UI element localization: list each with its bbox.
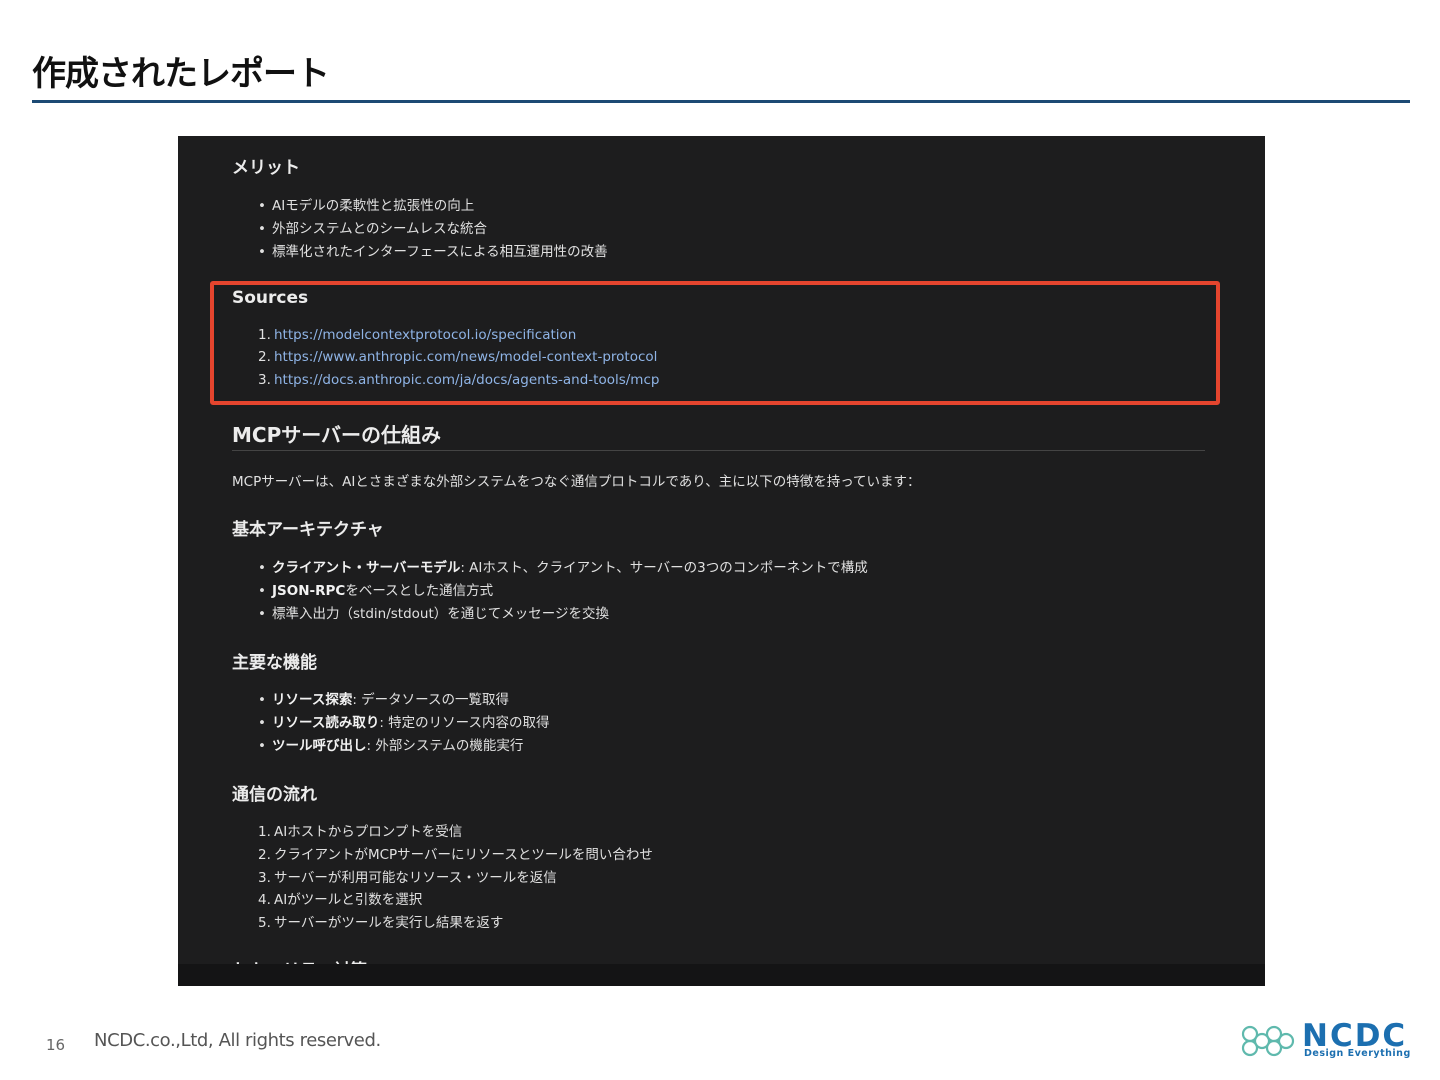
features-heading: 主要な機能	[232, 653, 317, 673]
ncdc-logo-mark-icon	[1241, 1025, 1295, 1057]
report-screenshot: メリット • AIモデルの柔軟性と拡張性の向上 • 外部システムとのシームレスな統合…	[178, 136, 1265, 986]
mechanism-heading: MCPサーバーの仕組み	[232, 423, 442, 447]
flow-step: 2. クライアントがMCPサーバーにリソースとツールを問い合わせ	[258, 847, 653, 863]
flow-step: 5. サーバーがツールを実行し結果を返す	[258, 915, 504, 931]
screenshot-bottom-bar	[178, 964, 1265, 986]
logo-tagline: Design Everything	[1304, 1048, 1411, 1059]
flow-heading: 通信の流れ	[232, 785, 317, 805]
list-item: • 標準入出力（stdin/stdout）を通じてメッセージを交換	[258, 606, 609, 622]
heading-divider	[232, 450, 1205, 451]
slide-title: 作成されたレポート	[32, 54, 330, 94]
list-item: • ツール呼び出し: 外部システムの機能実行	[258, 738, 524, 754]
list-item: • JSON-RPCをベースとした通信方式	[258, 583, 494, 599]
mechanism-intro: MCPサーバーは、AIとさまざまな外部システムをつなぐ通信プロトコルであり、主に…	[232, 474, 921, 490]
title-divider	[32, 100, 1410, 103]
architecture-heading: 基本アーキテクチャ	[232, 520, 384, 540]
ncdc-logo: NCDC Design Everything	[1238, 1018, 1414, 1062]
flow-step: 4. AIがツールと引数を選択	[258, 892, 423, 908]
sources-highlight-box	[210, 281, 1220, 405]
copyright-text: NCDC.co.,Ltd, All rights reserved.	[94, 1030, 381, 1051]
list-item: • 標準化されたインターフェースによる相互運用性の改善	[258, 244, 608, 260]
list-item: • リソース探索: データソースの一覧取得	[258, 692, 509, 708]
page-number: 16	[46, 1036, 66, 1054]
list-item: • AIモデルの柔軟性と拡張性の向上	[258, 198, 475, 214]
flow-step: 3. サーバーが利用可能なリソース・ツールを返信	[258, 870, 557, 886]
list-item: • 外部システムとのシームレスな統合	[258, 221, 488, 237]
flow-step: 1. AIホストからプロンプトを受信	[258, 824, 463, 840]
list-item: • リソース読み取り: 特定のリソース内容の取得	[258, 715, 550, 731]
list-item: • クライアント・サーバーモデル: AIホスト、クライアント、サーバーの3つのコン…	[258, 560, 868, 576]
merit-heading: メリット	[232, 158, 300, 178]
